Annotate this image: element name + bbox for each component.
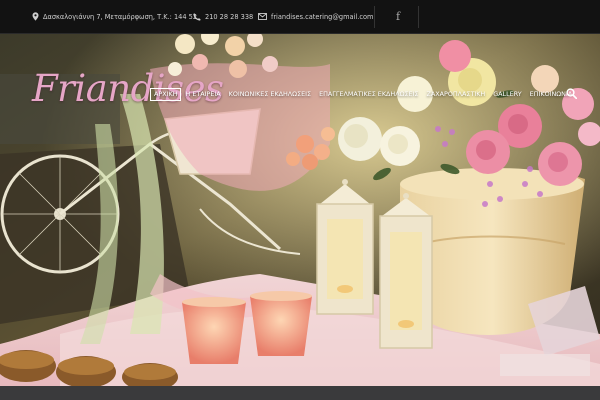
envelope-icon [258, 13, 267, 20]
divider [374, 6, 375, 28]
address-info: Δασκαλογιάννη 7, Μεταμόρφωση, Τ.Κ.: 144 … [32, 0, 197, 33]
phone-info[interactable]: 210 28 28 338 [193, 0, 253, 33]
search-icon[interactable] [566, 88, 579, 101]
nav-item-pastry[interactable]: ΖΑΧΑΡΟΠΛΑΣΤΙΚΗ [422, 88, 489, 100]
location-pin-icon [32, 12, 39, 21]
phone-icon [193, 12, 201, 21]
nav-item-company[interactable]: Η ΕΤΑΙΡΕΙΑ [181, 88, 224, 100]
nav-item-social-events[interactable]: ΚΟΙΝΩΝΙΚΕΣ ΕΚΔΗΛΩΣΕΙΣ [225, 88, 315, 100]
nav-item-home[interactable]: ΑΡΧΙΚΗ [150, 88, 182, 101]
nav-item-gallery[interactable]: GALLERY [489, 88, 525, 100]
nav-item-business-events[interactable]: ΕΠΑΓΓΕΛΜΑΤΙΚΕΣ ΕΚΔΗΛΩΣΕΙΣ [315, 88, 422, 100]
bottom-bar [0, 386, 600, 400]
address-text: Δασκαλογιάννη 7, Μεταμόρφωση, Τ.Κ.: 144 … [43, 12, 198, 21]
phone-text[interactable]: 210 28 28 338 [205, 13, 253, 21]
email-info[interactable]: friandises.catering@gmail.com [258, 0, 373, 33]
divider [418, 6, 419, 28]
hero-image: Friandises ΑΡΧΙΚΗ Η ΕΤΑΙΡΕΙΑ ΚΟΙΝΩΝΙΚΕΣ … [0, 34, 600, 386]
main-navigation: ΑΡΧΙΚΗ Η ΕΤΑΙΡΕΙΑ ΚΟΙΝΩΝΙΚΕΣ ΕΚΔΗΛΩΣΕΙΣ … [150, 87, 576, 102]
email-link[interactable]: friandises.catering@gmail.com [271, 13, 373, 21]
top-contact-bar: Δασκαλογιάννη 7, Μεταμόρφωση, Τ.Κ.: 144 … [0, 0, 600, 34]
facebook-icon[interactable]: f [389, 0, 407, 33]
